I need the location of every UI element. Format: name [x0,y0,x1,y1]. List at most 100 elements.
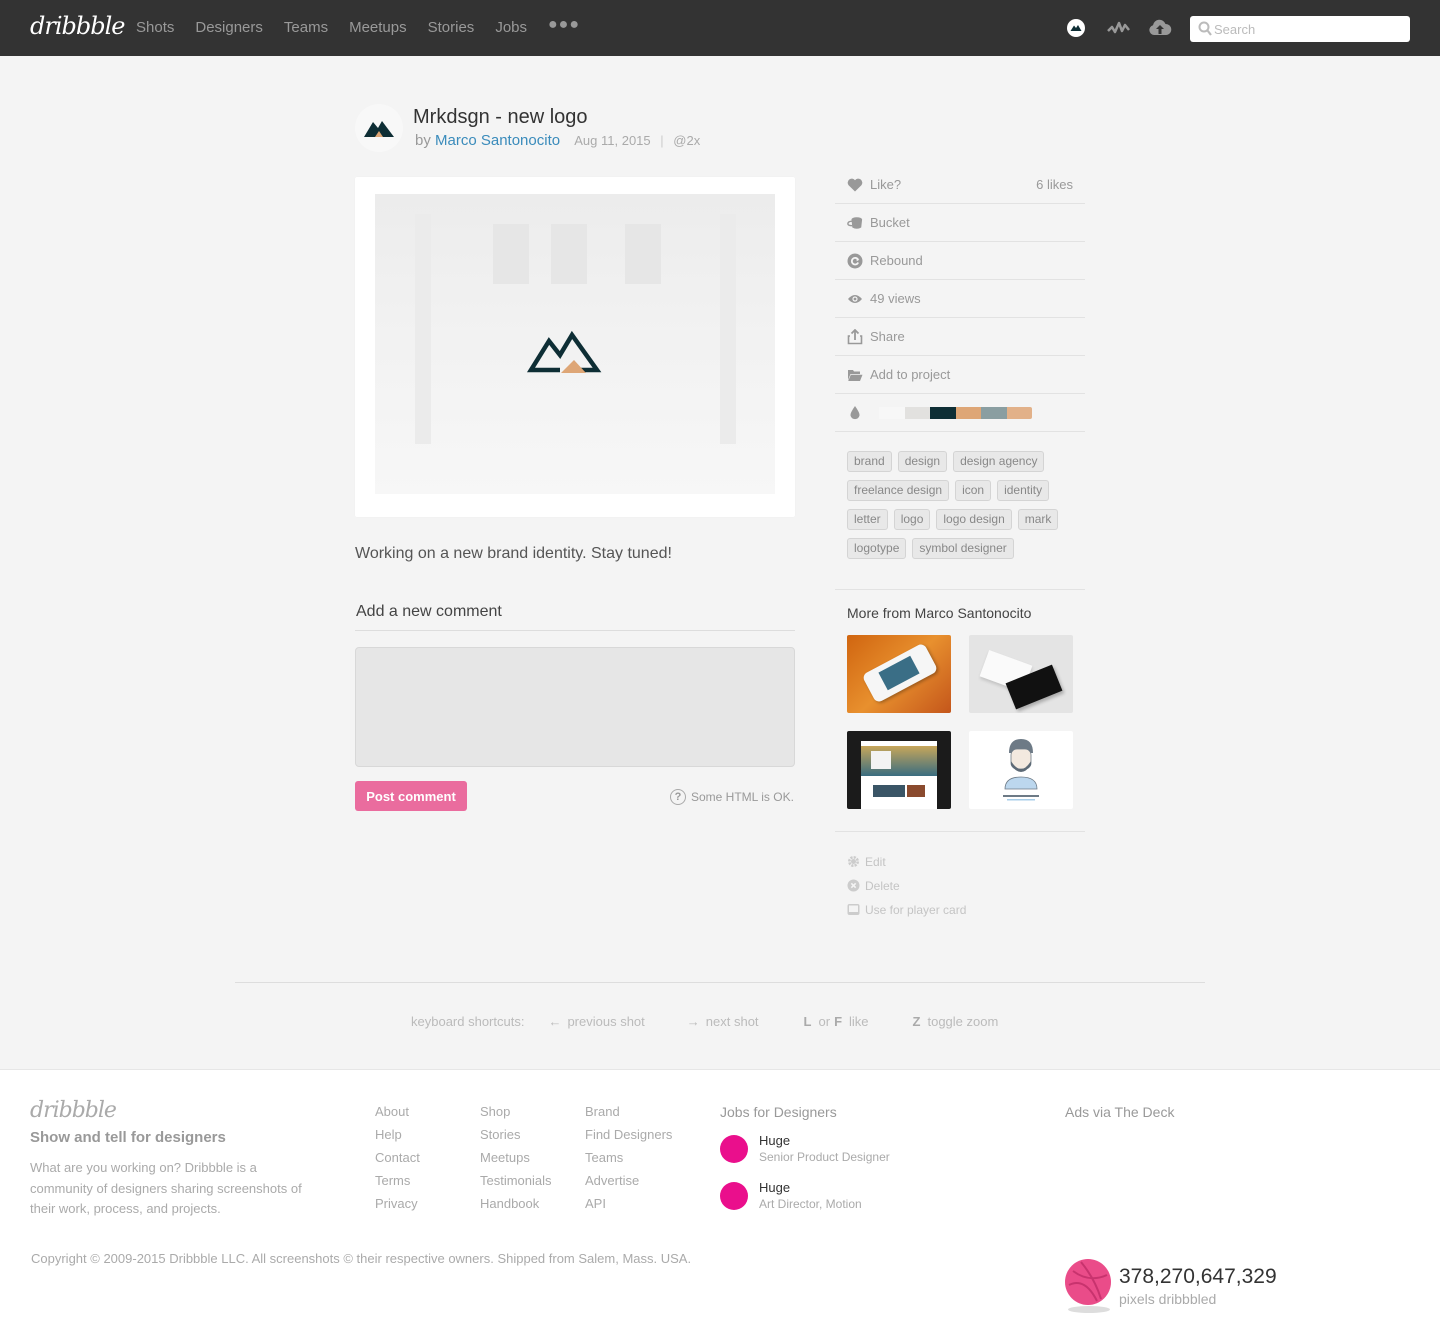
color-swatch[interactable] [955,406,981,419]
eye-icon [847,291,863,307]
shot-thumbnail[interactable] [847,731,951,809]
zoom-shortcut: toggle zoom [927,1014,999,1029]
post-comment-button[interactable]: Post comment [355,781,467,811]
nav-jobs[interactable]: Jobs [495,19,527,36]
user-avatar-icon[interactable] [1066,18,1088,38]
upload-cloud-icon[interactable] [1148,18,1172,38]
tag[interactable]: logo [893,509,931,530]
zoom-key: Z [912,1014,921,1029]
footer-links-col-1: About Help Contact Terms Privacy [375,1104,420,1219]
footer-link-terms[interactable]: Terms [375,1173,420,1196]
author-avatar[interactable] [355,104,403,152]
tag[interactable]: symbol designer [912,538,1014,559]
dribbble-ball-icon [1065,1259,1111,1305]
job-company: Huge [759,1133,791,1148]
share-action[interactable]: Share [835,318,1085,356]
nav-designers[interactable]: Designers [195,19,263,36]
byline: by Marco Santonocito Aug 11, 2015 | @2x [415,132,700,149]
nav-stories[interactable]: Stories [428,19,475,36]
shot-thumbnail[interactable] [847,635,951,713]
color-swatch[interactable] [879,406,905,419]
job-listing[interactable]: Huge Senior Product Designer [720,1133,890,1164]
shot-image[interactable] [375,194,775,494]
shot-thumbnail[interactable] [969,731,1073,809]
footer-link-handbook[interactable]: Handbook [480,1196,552,1219]
tag[interactable]: logo design [936,509,1012,530]
tags-section: brand design design agency freelance design… [835,432,1085,590]
owner-actions: Edit Delete Use for player card [835,832,1085,917]
author-link[interactable]: Marco Santonocito [435,132,560,149]
dribbble-logo[interactable]: dribbble [30,12,125,40]
likes-count[interactable]: 6 likes [1036,177,1073,192]
footer-links-col-3: Brand Find Designers Teams Advertise API [585,1104,672,1219]
activity-icon[interactable] [1107,18,1130,38]
like-action[interactable]: Like? 6 likes [835,166,1085,204]
tag-list: brand design design agency freelance design… [835,432,1075,577]
delete-action[interactable]: Delete [847,878,1085,893]
tag[interactable]: identity [997,480,1050,501]
player-card-action[interactable]: Use for player card [847,902,1085,917]
ads-heading[interactable]: Ads via The Deck [1065,1104,1174,1120]
more-ellipsis-icon[interactable]: ●●● [548,16,580,36]
search-input[interactable] [1214,16,1404,42]
footer-link-stories[interactable]: Stories [480,1127,552,1150]
footer-link-about[interactable]: About [375,1104,420,1127]
footer-link-help[interactable]: Help [375,1127,420,1150]
color-swatch[interactable] [904,406,930,419]
bucket-action[interactable]: Bucket [835,204,1085,242]
html-help-text: Some HTML is OK. [691,790,794,804]
html-help[interactable]: ? Some HTML is OK. [670,789,794,805]
footer-link-find-designers[interactable]: Find Designers [585,1127,672,1150]
like-label: Like? [870,177,902,192]
footer-link-shop[interactable]: Shop [480,1104,552,1127]
rebound-action[interactable]: Rebound [835,242,1085,280]
tag[interactable]: design agency [953,451,1045,472]
tag[interactable]: logotype [847,538,907,559]
next-key: → [686,1014,700,1029]
footer-link-contact[interactable]: Contact [375,1150,420,1173]
main-nav: Shots Designers Teams Meetups Stories Jo… [136,16,601,36]
jobs-heading[interactable]: Jobs for Designers [720,1104,837,1120]
footer-link-advertise[interactable]: Advertise [585,1173,672,1196]
color-swatch[interactable] [1006,406,1032,419]
footer-logo[interactable]: dribbble [30,1098,117,1123]
footer-link-api[interactable]: API [585,1196,672,1219]
tag[interactable]: freelance design [847,480,950,501]
footer-link-privacy[interactable]: Privacy [375,1196,420,1219]
tag[interactable]: icon [955,480,992,501]
like-shortcut: like [849,1014,869,1029]
like-key-l: L [803,1014,812,1029]
delete-x-icon [847,879,860,892]
shot-date: Aug 11, 2015 [574,133,651,148]
nav-meetups[interactable]: Meetups [349,19,407,36]
add-to-project-action[interactable]: Add to project [835,356,1085,394]
heart-icon [847,177,863,193]
edit-action[interactable]: Edit [847,854,1085,869]
tag[interactable]: letter [847,509,888,530]
color-drop-icon [847,405,863,421]
nav-shots[interactable]: Shots [136,19,174,36]
shot-image-frame [355,177,795,517]
footer-tagline: Show and tell for designers [30,1129,226,1146]
shot-thumbnail[interactable] [969,635,1073,713]
comment-textarea[interactable] [355,647,795,767]
folder-icon [847,367,863,383]
color-swatch[interactable] [930,406,956,419]
color-swatch[interactable] [981,406,1007,419]
search-icon [1198,21,1212,36]
footer-link-testimonials[interactable]: Testimonials [480,1173,552,1196]
footer-link-teams[interactable]: Teams [585,1150,672,1173]
gear-icon [848,856,859,867]
job-role: Art Director, Motion [759,1197,862,1211]
tag[interactable]: brand [847,451,892,472]
tag[interactable]: mark [1017,509,1059,530]
footer-link-brand[interactable]: Brand [585,1104,672,1127]
nav-teams[interactable]: Teams [284,19,328,36]
job-company: Huge [759,1180,791,1195]
tag[interactable]: design [897,451,948,472]
resolution-link[interactable]: @2x [673,133,700,148]
footer-link-meetups[interactable]: Meetups [480,1150,552,1173]
meta-separator: | [660,133,664,148]
job-listing[interactable]: Huge Art Director, Motion [720,1180,862,1211]
comment-heading: Add a new comment [355,603,795,631]
